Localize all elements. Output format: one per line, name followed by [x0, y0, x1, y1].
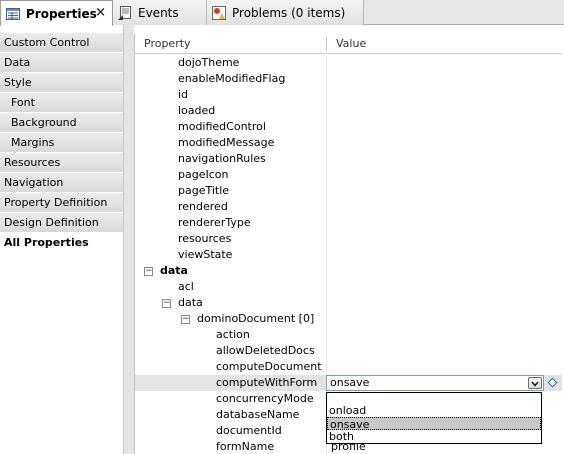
table-row[interactable]: dojoTheme: [135, 55, 562, 71]
properties-icon: [6, 7, 20, 20]
view-tab-bar: Properties × Events Problems (0 items): [0, 0, 564, 26]
property-name: databaseName: [216, 408, 300, 421]
dropdown-option-onsave[interactable]: onsave: [327, 417, 541, 431]
category-margins[interactable]: Margins: [0, 133, 123, 153]
property-name: navigationRules: [178, 152, 266, 165]
collapse-toggle-icon[interactable]: −: [181, 315, 190, 324]
table-row[interactable]: pageTitle: [135, 183, 562, 199]
property-name: pageTitle: [178, 184, 230, 197]
table-row[interactable]: modifiedMessage: [135, 135, 562, 151]
category-data[interactable]: Data: [0, 53, 123, 73]
property-name: allowDeletedDocs: [216, 344, 315, 357]
table-row[interactable]: navigationRules: [135, 151, 562, 167]
collapse-toggle-icon[interactable]: −: [144, 267, 153, 276]
property-name: action: [216, 328, 250, 341]
property-name: formName: [216, 440, 275, 453]
table-row-selected[interactable]: computeWithForm onsave: [135, 375, 562, 391]
tab-events[interactable]: Events: [113, 0, 207, 25]
table-row[interactable]: rendered: [135, 199, 562, 215]
property-name: viewState: [178, 248, 233, 261]
property-name: pageIcon: [178, 168, 229, 181]
combo-dropdown-button[interactable]: [528, 377, 542, 389]
property-name: computeWithForm: [216, 376, 318, 389]
property-name: dojoTheme: [178, 56, 240, 69]
tab-properties-label: Properties: [26, 6, 97, 21]
problems-icon: [212, 5, 226, 20]
property-name: rendererType: [178, 216, 251, 229]
collapse-toggle-icon[interactable]: −: [162, 299, 171, 308]
table-row[interactable]: − dominoDocument [0]: [135, 311, 562, 327]
table-row[interactable]: allowDeletedDocs: [135, 343, 562, 359]
panel-splitter[interactable]: [123, 25, 134, 454]
tab-events-label: Events: [138, 5, 179, 20]
table-row[interactable]: action: [135, 327, 562, 343]
property-group-name: data: [160, 264, 188, 277]
category-design-definition[interactable]: Design Definition: [0, 213, 123, 233]
grid-header: Property Value: [135, 34, 562, 54]
compute-with-form-dropdown-list: onload onsave both: [326, 392, 542, 444]
table-row[interactable]: viewState: [135, 247, 562, 263]
property-name: concurrencyMode: [216, 392, 314, 405]
property-grid: Property Value dojoTheme enableModifiedF…: [134, 34, 562, 454]
combo-value[interactable]: onsave: [330, 376, 369, 390]
header-property[interactable]: Property: [144, 34, 191, 54]
tab-problems[interactable]: Problems (0 items): [207, 0, 364, 25]
property-name: loaded: [178, 104, 216, 117]
category-resources[interactable]: Resources: [0, 153, 123, 173]
property-name: rendered: [178, 200, 228, 213]
property-name: data: [178, 296, 203, 309]
property-name: enableModifiedFlag: [178, 72, 286, 85]
chevron-down-icon: [531, 381, 539, 387]
dropdown-option-onload[interactable]: onload: [327, 404, 541, 417]
category-style[interactable]: Style: [0, 73, 123, 93]
events-icon: [118, 5, 131, 20]
property-name: modifiedMessage: [178, 136, 275, 149]
category-background[interactable]: Background: [0, 113, 123, 133]
table-row[interactable]: enableModifiedFlag: [135, 71, 562, 87]
table-row[interactable]: rendererType: [135, 215, 562, 231]
property-name: dominoDocument [0]: [197, 312, 315, 325]
property-name: documentId: [216, 424, 282, 437]
category-all-properties[interactable]: All Properties: [0, 233, 123, 253]
tab-properties[interactable]: Properties ×: [0, 0, 113, 26]
property-name: acl: [178, 280, 194, 293]
header-value[interactable]: Value: [336, 34, 366, 54]
table-row[interactable]: id: [135, 87, 562, 103]
property-name: id: [178, 88, 189, 101]
category-property-definition[interactable]: Property Definition: [0, 193, 123, 213]
property-name: modifiedControl: [178, 120, 266, 133]
close-tab-icon[interactable]: ×: [95, 5, 106, 20]
computed-value-diamond-icon[interactable]: [547, 377, 558, 388]
table-row[interactable]: pageIcon: [135, 167, 562, 183]
category-font[interactable]: Font: [0, 93, 123, 113]
category-navigation[interactable]: Navigation: [0, 173, 123, 193]
dropdown-option-both[interactable]: both: [327, 430, 541, 443]
table-row[interactable]: − data: [135, 295, 562, 311]
table-row[interactable]: modifiedControl: [135, 119, 562, 135]
table-row[interactable]: resources: [135, 231, 562, 247]
table-row[interactable]: acl: [135, 279, 562, 295]
table-row[interactable]: loaded: [135, 103, 562, 119]
category-custom-control[interactable]: Custom Control: [0, 33, 123, 53]
tab-problems-label: Problems (0 items): [232, 5, 346, 20]
category-list: Custom Control Data Style Font Backgroun…: [0, 33, 123, 454]
property-name: resources: [178, 232, 232, 245]
property-name: computeDocument: [216, 360, 322, 373]
table-row[interactable]: computeDocument: [135, 359, 562, 375]
table-row[interactable]: − data: [135, 263, 562, 279]
header-separator[interactable]: [326, 37, 327, 51]
compute-with-form-combo[interactable]: onsave: [326, 375, 544, 391]
